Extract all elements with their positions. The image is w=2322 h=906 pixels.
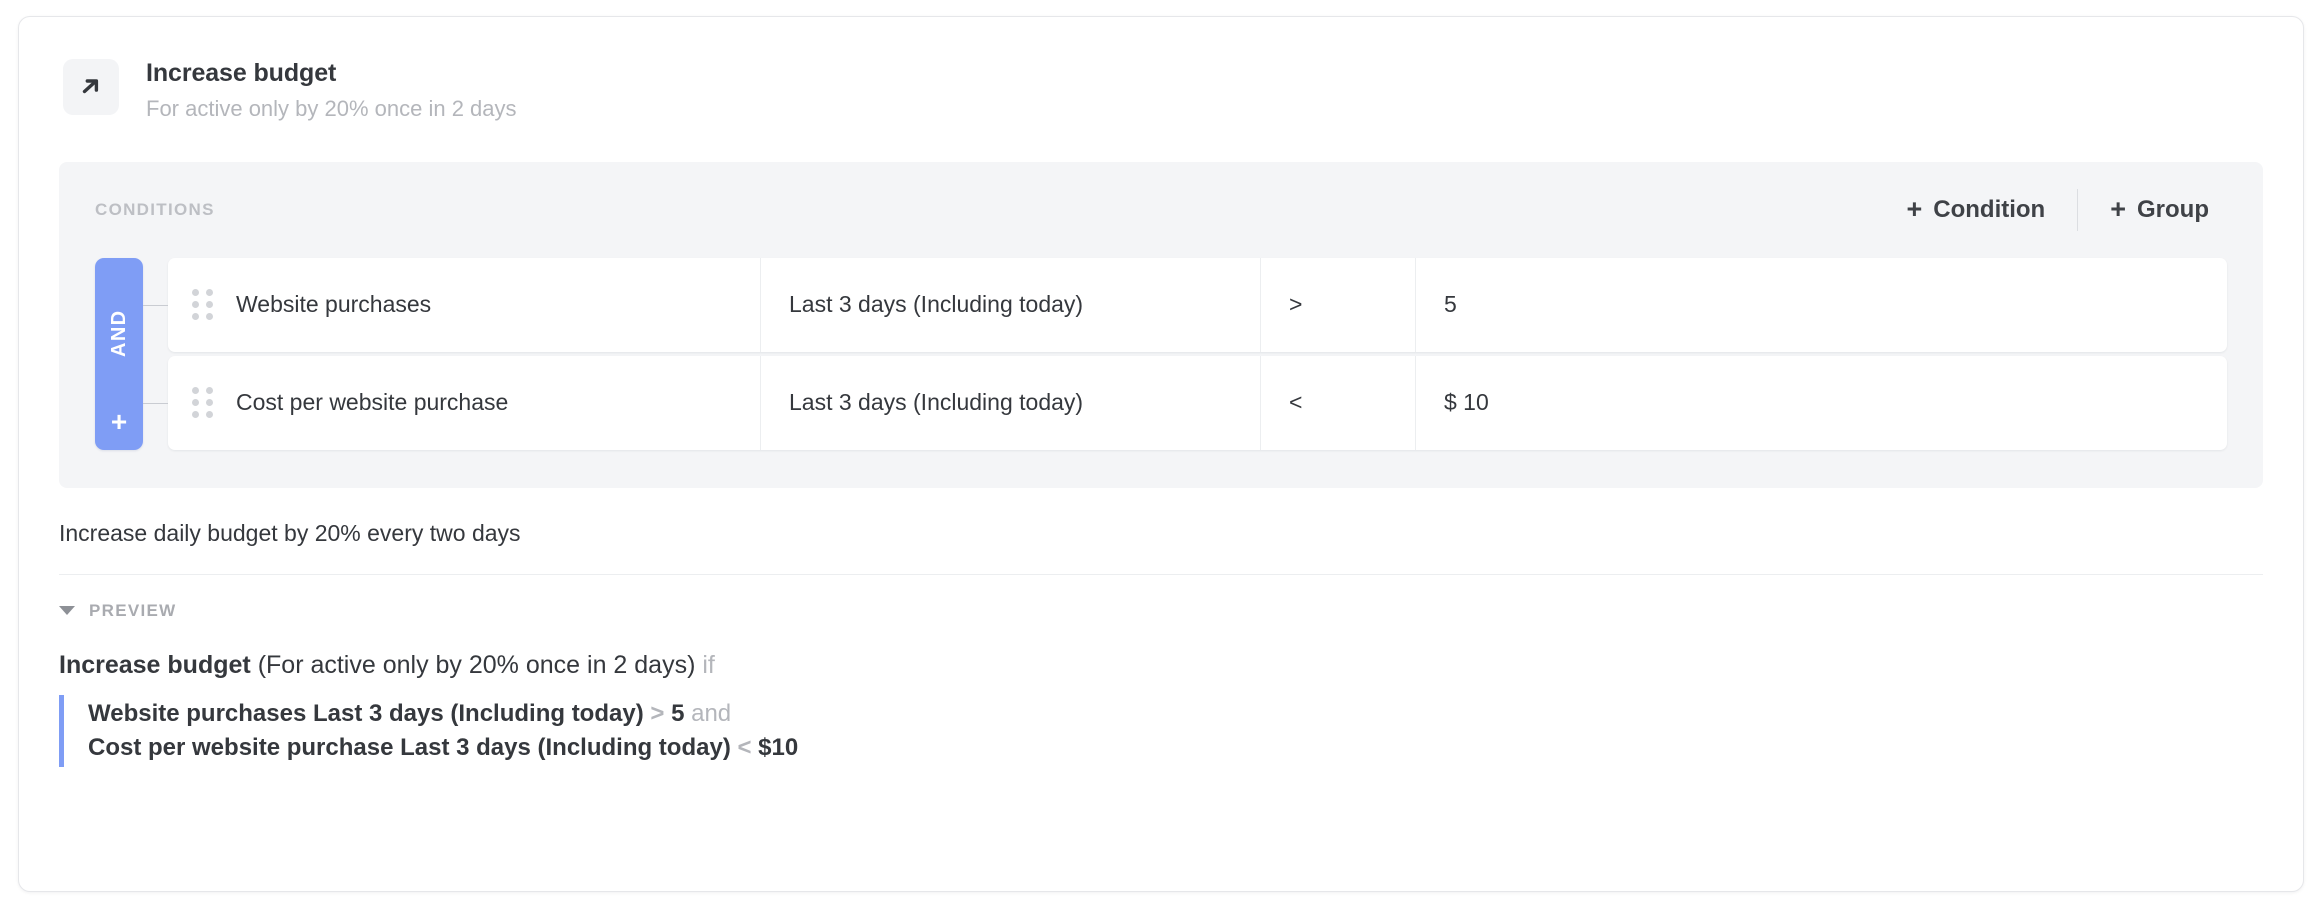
preview-action: Increase budget bbox=[59, 650, 251, 679]
drag-handle-icon[interactable] bbox=[168, 289, 236, 321]
preview-condition-operator: > bbox=[650, 700, 665, 728]
value-cell[interactable]: 5 bbox=[1416, 258, 2227, 352]
metric-cell[interactable]: Website purchases bbox=[168, 257, 761, 352]
preview-toggle[interactable]: PREVIEW bbox=[59, 601, 2263, 621]
value-cell[interactable]: $ 10 bbox=[1416, 356, 2227, 450]
add-group-label: Group bbox=[2137, 195, 2209, 223]
condition-group: AND + Website purchases Last 3 days (Inc bbox=[95, 257, 2227, 450]
preview-condition-line: Website purchases Last 3 days (Including… bbox=[88, 697, 2263, 731]
group-operator-label: AND bbox=[107, 308, 130, 357]
plus-icon: + bbox=[2110, 194, 2126, 225]
metric-cell[interactable]: Cost per website purchase bbox=[168, 355, 761, 450]
conditions-panel: CONDITIONS + Condition + Group AND + Web… bbox=[59, 161, 2263, 488]
drag-handle-icon[interactable] bbox=[168, 387, 236, 419]
chevron-down-icon bbox=[59, 606, 75, 616]
preview-condition-conjunction: and bbox=[691, 700, 732, 728]
preview-condition-value: $10 bbox=[758, 734, 799, 762]
preview-condition-line: Cost per website purchase Last 3 days (I… bbox=[88, 731, 2263, 765]
conditions-actions: + Condition + Group bbox=[1888, 188, 2227, 231]
connector-line bbox=[143, 304, 168, 306]
table-row[interactable]: Cost per website purchase Last 3 days (I… bbox=[168, 355, 2227, 450]
metric-label: Website purchases bbox=[236, 291, 432, 318]
preview-if-keyword: if bbox=[702, 650, 715, 679]
preview-params: (For active only by 20% once in 2 days) bbox=[257, 650, 696, 679]
date-range-cell[interactable]: Last 3 days (Including today) bbox=[761, 257, 1261, 352]
table-row[interactable]: Website purchases Last 3 days (Including… bbox=[168, 257, 2227, 352]
metric-label: Cost per website purchase bbox=[236, 389, 509, 416]
group-add-condition-button[interactable]: + bbox=[111, 407, 127, 436]
group-operator-and-badge[interactable]: AND + bbox=[95, 257, 143, 450]
operator-cell[interactable]: > bbox=[1261, 257, 1416, 352]
arrow-up-right-icon bbox=[63, 59, 119, 115]
add-condition-label: Condition bbox=[1933, 195, 2046, 223]
rule-description: Increase daily budget by 20% every two d… bbox=[59, 488, 2263, 575]
conditions-section-label: CONDITIONS bbox=[95, 199, 215, 219]
actions-divider bbox=[2077, 188, 2079, 231]
date-range-cell[interactable]: Last 3 days (Including today) bbox=[761, 355, 1261, 450]
group-connectors bbox=[143, 258, 168, 450]
preview-headline: Increase budget (For active only by 20% … bbox=[59, 649, 2263, 682]
rule-subtitle: For active only by 20% once in 2 days bbox=[146, 96, 517, 122]
preview-condition-operator: < bbox=[737, 734, 752, 762]
conditions-toolbar: CONDITIONS + Condition + Group bbox=[95, 162, 2227, 258]
rule-header: Increase budget For active only by 20% o… bbox=[19, 17, 2303, 123]
rule-title: Increase budget bbox=[146, 59, 337, 87]
preview-condition-subject: Website purchases Last 3 days (Including… bbox=[88, 700, 644, 728]
rule-header-text: Increase budget For active only by 20% o… bbox=[146, 57, 517, 123]
connector-line bbox=[143, 402, 168, 404]
add-group-button[interactable]: + Group bbox=[2092, 196, 2227, 224]
plus-icon: + bbox=[1906, 194, 1923, 225]
operator-cell[interactable]: < bbox=[1261, 355, 1416, 450]
preview-condition-subject: Cost per website purchase Last 3 days (I… bbox=[88, 734, 731, 762]
automation-rule-card: Increase budget For active only by 20% o… bbox=[18, 16, 2304, 892]
preview-condition-value: 5 bbox=[671, 700, 685, 728]
preview-section-label: PREVIEW bbox=[89, 600, 177, 620]
preview-body: Increase budget (For active only by 20% … bbox=[59, 649, 2263, 768]
add-condition-button[interactable]: + Condition bbox=[1888, 196, 2063, 224]
condition-rows: Website purchases Last 3 days (Including… bbox=[168, 257, 2227, 450]
preview-conditions: Website purchases Last 3 days (Including… bbox=[59, 695, 2263, 768]
